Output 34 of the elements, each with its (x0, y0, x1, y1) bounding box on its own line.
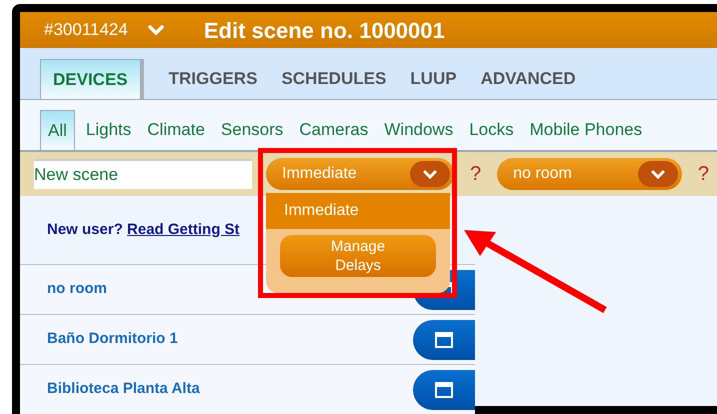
chevron-down-icon (650, 170, 665, 178)
room-name: Baño Dormitorio 1 (47, 329, 178, 350)
room-button[interactable] (413, 320, 475, 360)
category-tab[interactable]: Cameras (291, 110, 376, 150)
category-tab[interactable]: Climate (139, 110, 213, 150)
category-tab[interactable]: Mobile Phones (522, 110, 650, 150)
tab[interactable]: DEVICES (40, 59, 141, 99)
window-icon (435, 332, 453, 348)
manage-delays-button[interactable]: Manage Delays (280, 235, 436, 277)
category-tab[interactable]: Lights (78, 110, 140, 150)
room-name: Biblioteca Planta Alta (47, 379, 200, 400)
category-tab[interactable]: Locks (461, 110, 522, 150)
room-name: no room (47, 279, 107, 300)
dropdown-select[interactable]: no room (497, 158, 682, 190)
tab[interactable]: SCHEDULES (269, 59, 398, 99)
dropdown-option[interactable]: Immediate (266, 193, 450, 229)
chevron-down-icon[interactable] (148, 25, 164, 35)
page-title: Edit scene no. 1000001 (204, 16, 445, 44)
category-tab[interactable]: Sensors (212, 110, 292, 150)
dropdown-select[interactable]: Immediate (266, 158, 454, 190)
category-tab[interactable]: All (40, 110, 75, 150)
help-mark[interactable]: ? (470, 159, 482, 189)
tab[interactable]: ADVANCED (468, 59, 588, 99)
tab[interactable]: LUUP (398, 59, 469, 99)
window-icon (435, 382, 453, 398)
device-id: #30011424 (44, 19, 128, 42)
chevron-down-icon (423, 170, 437, 178)
tab[interactable]: TRIGGERS (156, 59, 270, 99)
scene-name-field[interactable]: New scene (34, 159, 252, 189)
notice-text: New user? Read Getting St (47, 220, 240, 240)
room-button[interactable] (413, 370, 475, 410)
category-tab[interactable]: Windows (376, 110, 462, 150)
getting-started-link[interactable]: Read Getting St (127, 220, 240, 238)
help-mark[interactable]: ? (698, 159, 709, 189)
